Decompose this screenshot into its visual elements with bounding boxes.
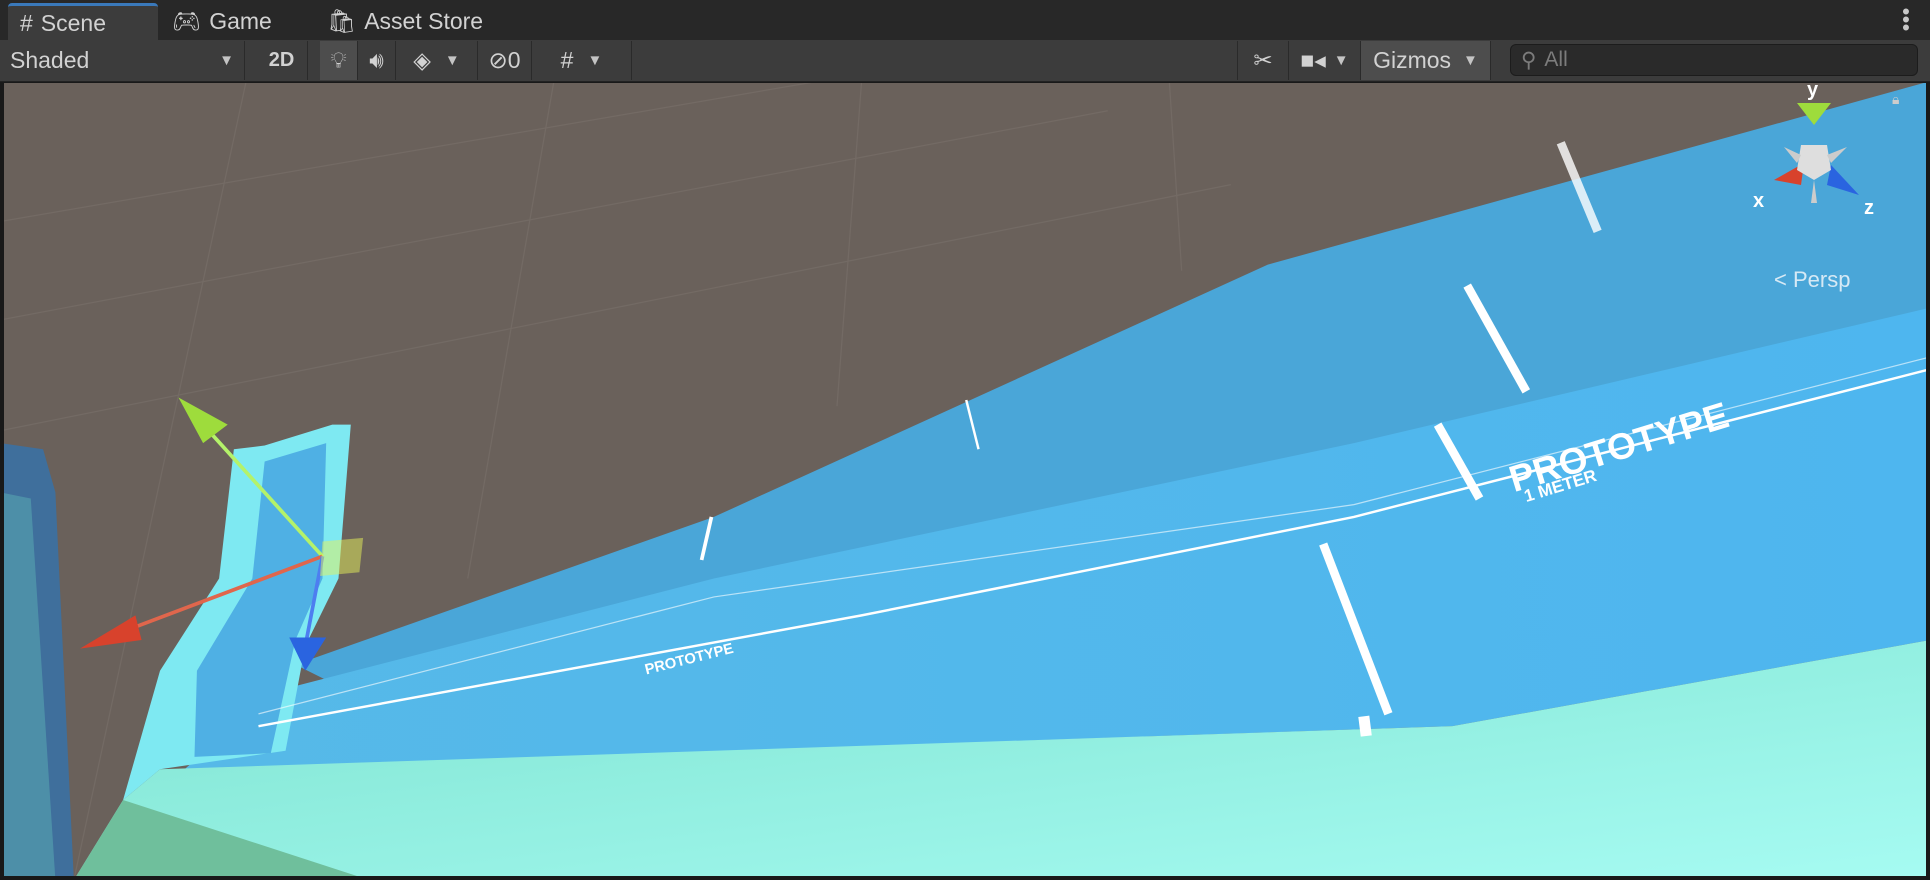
scene-viewport[interactable]: PROTOTYPE 1 METER PROTOTYPE y x z 🔒︎ < P… xyxy=(4,83,1926,876)
search-input[interactable]: ⚲ All xyxy=(1510,44,1918,76)
gamepad-icon: 🎮︎ xyxy=(172,8,202,34)
gizmos-dropdown[interactable]: Gizmos ▼ xyxy=(1361,41,1491,80)
camera-icon: ■◂ xyxy=(1300,47,1326,73)
orientation-gizmo[interactable]: y x z 🔒︎ xyxy=(1739,83,1899,255)
grid-dropdown[interactable]: # ▼ xyxy=(532,41,632,80)
hidden-objects-toggle[interactable]: ⊘ 0 xyxy=(478,41,532,80)
tab-game[interactable]: 🎮︎ Game xyxy=(160,3,284,40)
tab-asset-store[interactable]: 🛍︎ Asset Store xyxy=(315,3,495,40)
speaker-icon: 🔊︎ xyxy=(369,47,384,73)
lighting-toggle[interactable]: 💡︎ xyxy=(320,41,358,80)
chevron-down-icon: ▼ xyxy=(1463,52,1478,69)
lightbulb-icon: 💡︎ xyxy=(330,47,347,73)
tools-button[interactable]: ✂ xyxy=(1237,41,1289,80)
audio-toggle[interactable]: 🔊︎ xyxy=(358,41,396,80)
2d-toggle[interactable]: 2D xyxy=(256,41,308,80)
tab-bar: # Scene 🎮︎ Game 🛍︎ Asset Store • • • xyxy=(0,0,1930,40)
chevron-down-icon: ▼ xyxy=(444,52,460,69)
projection-toggle[interactable]: < Persp xyxy=(1774,267,1850,293)
eye-slash-icon: ⊘ xyxy=(488,47,508,73)
y-axis-handle xyxy=(178,397,228,444)
effects-dropdown[interactable]: ◈ ▼ xyxy=(396,41,478,80)
gizmo-z-cone xyxy=(1827,165,1859,195)
chevron-down-icon: ▼ xyxy=(587,52,603,69)
shopping-bag-icon: 🛍︎ xyxy=(327,8,357,34)
grid-icon: # xyxy=(560,47,574,73)
lock-icon[interactable]: 🔒︎ xyxy=(1892,91,1899,108)
hash-icon: # xyxy=(20,9,33,36)
draw-mode-dropdown[interactable]: Shaded ▼ xyxy=(0,41,245,80)
wrench-cross-icon: ✂ xyxy=(1253,47,1273,73)
camera-dropdown[interactable]: ■◂ ▼ xyxy=(1289,41,1361,80)
search-icon: ⚲ xyxy=(1521,48,1537,72)
chevron-down-icon: ▼ xyxy=(1333,52,1349,69)
scene-toolbar: Shaded ▼ 2D 💡︎ 🔊︎ ◈ ▼ ⊘ 0 # ▼ ✂ ■◂ ▼ Gizmos ▼ … xyxy=(0,40,1930,82)
more-options-icon[interactable]: • • • xyxy=(1902,1,1910,39)
gizmo-y-cone xyxy=(1797,103,1831,125)
chevron-down-icon: ▼ xyxy=(219,52,234,69)
tab-scene[interactable]: # Scene xyxy=(8,3,158,40)
scene-render[interactable]: PROTOTYPE 1 METER PROTOTYPE xyxy=(4,83,1926,876)
x-axis-handle xyxy=(80,615,142,649)
effects-layers-icon: ◈ xyxy=(413,47,431,73)
chevron-left-icon: < xyxy=(1774,267,1793,292)
